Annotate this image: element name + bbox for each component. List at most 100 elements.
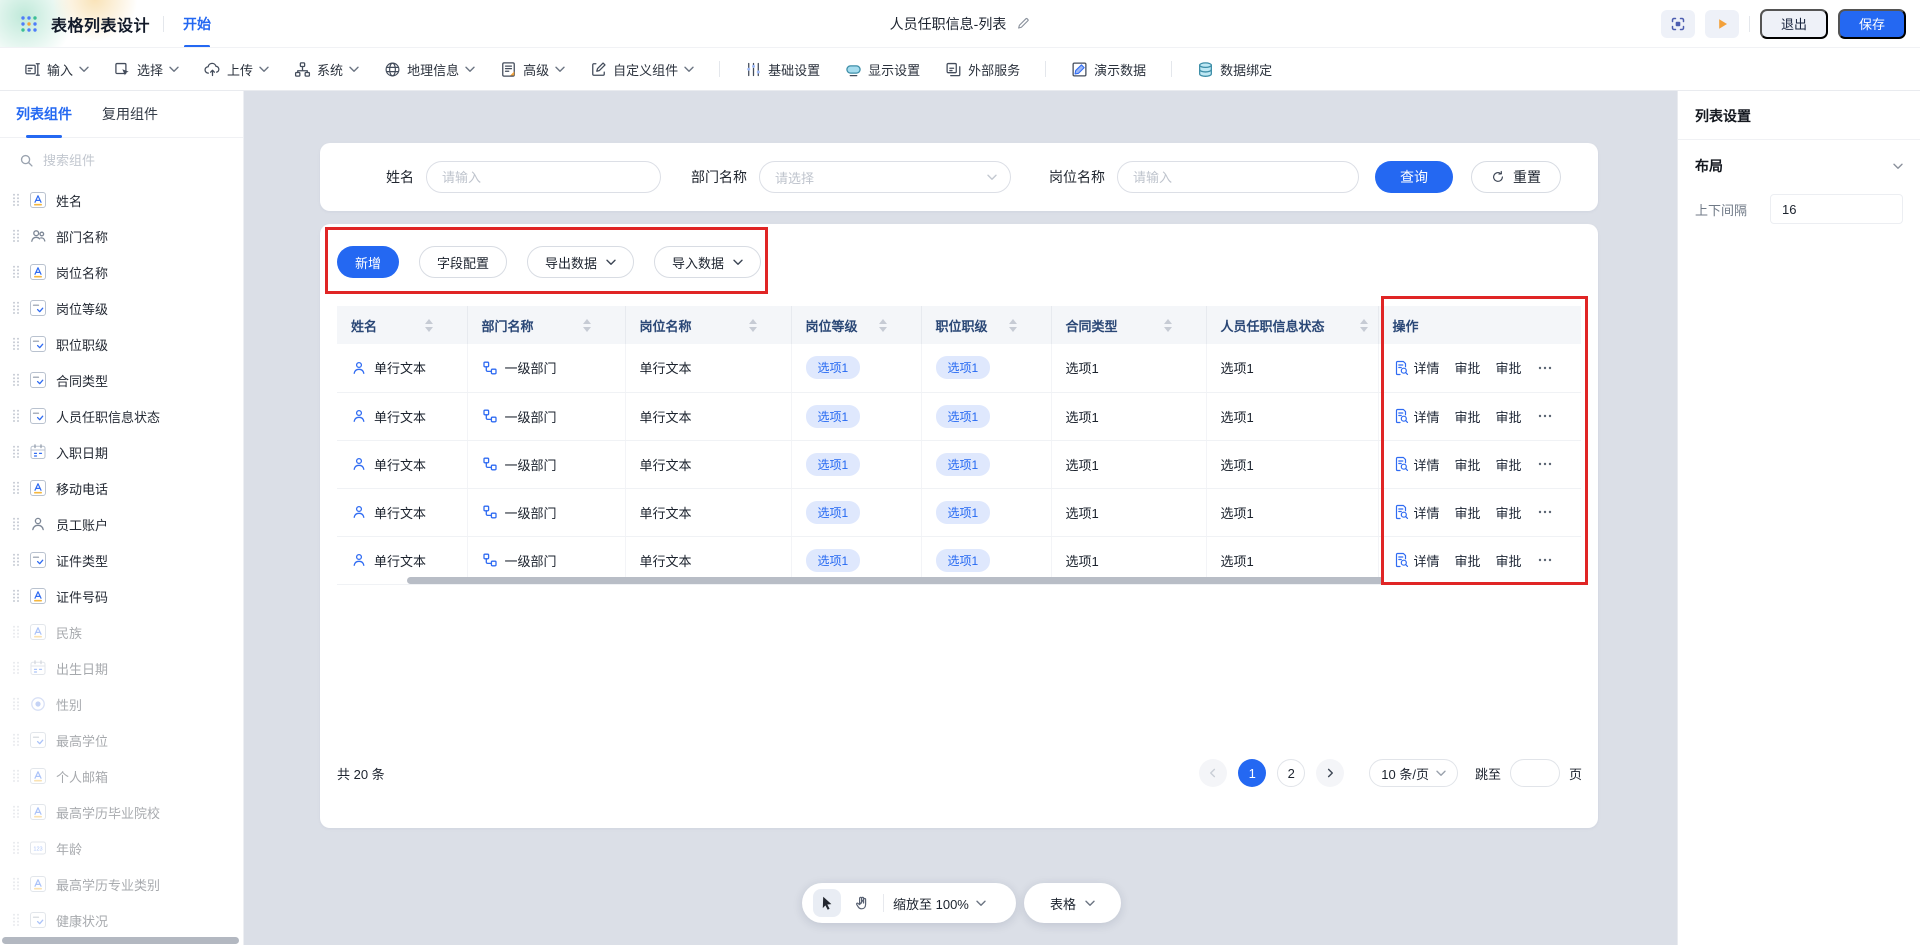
approve-link[interactable]: 审批 [1496,407,1522,426]
approve-link[interactable]: 审批 [1455,503,1481,522]
sort-control[interactable] [1008,318,1041,332]
sort-control[interactable] [1359,318,1368,332]
field-item-id-number[interactable]: 证件号码 [0,578,243,614]
detail-link[interactable]: 详情 [1393,455,1440,474]
more-actions-icon[interactable] [1537,456,1553,472]
field-item-rank[interactable]: 职位职级 [0,326,243,362]
field-item-grade[interactable]: 岗位等级 [0,290,243,326]
field-item-contract[interactable]: 合同类型 [0,362,243,398]
sort-control[interactable] [748,318,781,332]
widget-select[interactable]: 表格 [1024,883,1121,923]
approve-link[interactable]: 审批 [1455,551,1481,570]
tab-reusable-components[interactable]: 复用组件 [102,91,158,138]
detail-link[interactable]: 详情 [1393,407,1440,426]
layout-section-header[interactable]: 布局 [1678,140,1920,186]
ribbon-item-system[interactable]: 系统 [294,60,359,79]
prev-page-button[interactable] [1199,759,1228,787]
field-item-hire-date[interactable]: 入职日期 [0,434,243,470]
drag-handle-icon[interactable] [12,409,20,423]
drag-handle-icon[interactable] [12,337,20,351]
approve-link[interactable]: 审批 [1496,358,1522,377]
approve-link[interactable]: 审批 [1455,455,1481,474]
sidebar-horizontal-scrollbar[interactable] [2,937,239,944]
field-item-name[interactable]: 姓名 [0,182,243,218]
page-button-1[interactable]: 1 [1238,759,1267,787]
ribbon-item-data-binding[interactable]: 数据绑定 [1197,60,1272,79]
preview-button[interactable] [1704,9,1739,38]
table-horizontal-scrollbar[interactable] [407,577,1384,584]
drag-handle-icon[interactable] [12,517,20,531]
approve-link[interactable]: 审批 [1496,551,1522,570]
field-config-button[interactable]: 字段配置 [419,246,508,278]
drag-handle-icon[interactable] [12,373,20,387]
post-search-input[interactable] [1117,161,1359,193]
field-item-degree[interactable]: 最高学位 [0,722,243,758]
ribbon-item-input[interactable]: 输入 [24,60,89,79]
zoom-select[interactable]: 缩放至 100% [893,894,986,913]
pointer-tool-button[interactable] [813,889,841,917]
drag-handle-icon[interactable] [12,589,20,603]
field-item-status[interactable]: 人员任职信息状态 [0,398,243,434]
field-item-age[interactable]: 123 年龄 [0,830,243,866]
ribbon-item-geo[interactable]: 地理信息 [384,60,475,79]
export-data-button[interactable]: 导出数据 [527,246,635,278]
field-item-id-type[interactable]: 证件类型 [0,542,243,578]
fullscreen-button[interactable] [1660,9,1695,38]
field-item-health[interactable]: 健康状况 [0,902,243,938]
ribbon-item-select[interactable]: 选择 [114,60,179,79]
field-item-department[interactable]: 部门名称 [0,218,243,254]
import-data-button[interactable]: 导入数据 [654,246,762,278]
next-page-button[interactable] [1316,759,1345,787]
page-size-select[interactable]: 10 条/页 [1369,759,1458,787]
jump-page-input[interactable] [1509,759,1560,787]
detail-link[interactable]: 详情 [1393,358,1440,377]
field-item-account[interactable]: 员工账户 [0,506,243,542]
drag-handle-icon[interactable] [12,301,20,315]
ribbon-item-display-settings[interactable]: 显示设置 [845,60,920,79]
page-button-2[interactable]: 2 [1277,759,1306,787]
sort-control[interactable] [582,318,615,332]
ribbon-item-demo-data[interactable]: 演示数据 [1071,60,1146,79]
drag-handle-icon[interactable] [12,265,20,279]
ribbon-item-custom[interactable]: 自定义组件 [590,60,694,79]
more-actions-icon[interactable] [1537,408,1553,424]
drag-handle-icon[interactable] [12,481,20,495]
tab-start[interactable]: 开始 [177,0,217,47]
ribbon-item-basic-settings[interactable]: 基础设置 [745,60,820,79]
field-item-email[interactable]: 个人邮箱 [0,758,243,794]
detail-link[interactable]: 详情 [1393,503,1440,522]
approve-link[interactable]: 审批 [1496,503,1522,522]
approve-link[interactable]: 审批 [1455,407,1481,426]
approve-link[interactable]: 审批 [1455,358,1481,377]
edit-title-icon[interactable] [1015,16,1030,31]
save-button[interactable]: 保存 [1837,8,1906,39]
more-actions-icon[interactable] [1537,552,1553,568]
more-actions-icon[interactable] [1537,360,1553,376]
drag-handle-icon[interactable] [12,553,20,567]
name-search-input[interactable] [426,161,661,193]
app-grid-icon[interactable] [20,15,38,33]
more-actions-icon[interactable] [1537,504,1553,520]
add-button[interactable]: 新增 [337,246,400,278]
ribbon-item-upload[interactable]: 上传 [204,60,269,79]
drag-handle-icon[interactable] [12,193,20,207]
drag-handle-icon[interactable] [12,445,20,459]
search-input[interactable] [43,152,203,168]
spacing-input[interactable] [1770,194,1903,224]
reset-button[interactable]: 重置 [1471,161,1561,193]
sort-control[interactable] [1163,318,1196,332]
tab-list-components[interactable]: 列表组件 [16,91,72,138]
field-item-major[interactable]: 最高学历专业类别 [0,866,243,902]
query-button[interactable]: 查询 [1375,161,1453,193]
field-item-gender[interactable]: 性别 [0,686,243,722]
detail-link[interactable]: 详情 [1393,551,1440,570]
field-item-ethnicity[interactable]: 民族 [0,614,243,650]
field-item-school[interactable]: 最高学历毕业院校 [0,794,243,830]
pan-tool-button[interactable] [850,891,874,915]
approve-link[interactable]: 审批 [1496,455,1522,474]
drag-handle-icon[interactable] [12,229,20,243]
exit-button[interactable]: 退出 [1759,8,1828,39]
sort-control[interactable] [424,318,457,332]
ribbon-item-advanced[interactable]: 高级 [500,60,565,79]
department-select[interactable]: 请选择 [759,161,1011,193]
